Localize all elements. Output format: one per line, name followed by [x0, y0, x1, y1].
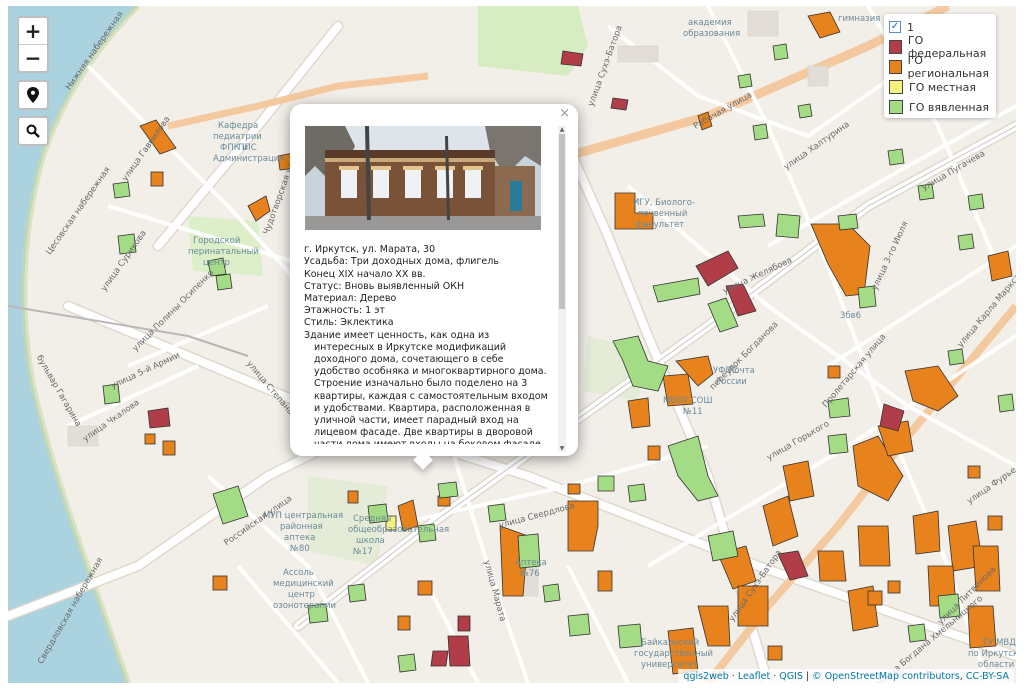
checkbox-checked-icon[interactable]: ✓ — [889, 21, 901, 33]
zoom-in-button[interactable]: + — [19, 18, 47, 45]
map-label: почвенный — [638, 209, 688, 219]
search-icon — [26, 124, 40, 138]
map-label: ППС — [238, 143, 257, 153]
map-label: Средняя — [353, 514, 392, 524]
license-link[interactable]: CC-BY-SA — [966, 671, 1009, 682]
legend-label: ГО местная — [909, 80, 976, 94]
feature-popup: × г. Иркутск, ул. Марата, 30 Усадьба: Тр… — [290, 104, 578, 470]
map-label: 3бв6 — [840, 311, 862, 321]
map-label: перинатальный — [188, 247, 259, 257]
map-label: медицинский — [273, 579, 334, 589]
zoom-control: + − — [17, 16, 49, 73]
legend-swatch — [889, 100, 903, 114]
map-label: ИГУ, Биолого- — [633, 198, 696, 208]
legend-swatch — [889, 80, 903, 94]
popup-style: Стиль: Эклектика — [304, 317, 394, 329]
osm-link[interactable]: © OpenStreetMap contributors — [812, 671, 960, 682]
map-label: государственный — [634, 649, 714, 659]
legend-layer-toggle[interactable]: ✓ 1 — [889, 19, 914, 35]
scroll-down-icon[interactable]: ▼ — [558, 445, 566, 452]
building-photo — [305, 126, 541, 230]
legend-swatch — [889, 60, 902, 74]
scrollbar-thumb[interactable] — [559, 134, 565, 309]
zoom-out-button[interactable]: − — [19, 45, 47, 71]
search-button[interactable] — [17, 116, 49, 146]
popup-scrollbar[interactable]: ▲ ▼ — [558, 126, 566, 452]
popup-description: Здание имеет ценность, как одна из интер… — [304, 329, 548, 444]
legend-label: 1 — [907, 20, 914, 34]
legend-label: ГО региональная — [907, 54, 989, 80]
map-label: Аптека — [515, 558, 547, 568]
qgis2web-link[interactable]: qgis2web — [683, 671, 728, 682]
map-label: №11 — [683, 407, 703, 417]
map-label: Ассоль — [283, 568, 314, 578]
map-label: Городской — [193, 236, 241, 246]
map-label: центр — [288, 590, 315, 600]
popup-floors: Этажность: 1 эт — [304, 305, 385, 317]
map-label: центр — [203, 258, 230, 268]
popup-estate: Усадьба: Три доходных дома, флигель — [304, 256, 499, 268]
location-pin-icon — [27, 87, 39, 103]
map-label: аптека — [284, 533, 316, 543]
legend-item-local: ГО местная — [889, 79, 976, 95]
map-label: по Иркутской — [968, 649, 1016, 659]
popup-period: Конец XIX начало XX вв. — [304, 268, 426, 280]
map-label: общеобразовательная — [348, 525, 450, 535]
map-label: образования — [683, 29, 741, 39]
popup-address: г. Иркутск, ул. Марата, 30 — [304, 244, 436, 256]
map-label: педиатрии — [213, 132, 262, 142]
legend-item-identified: ГО вявленная — [889, 99, 989, 115]
map-label: факультет — [636, 220, 685, 230]
map-label: №76 — [520, 569, 540, 579]
map-attribution: qgis2web · Leaflet · QGIS | © OpenStreet… — [678, 669, 1014, 685]
popup-content[interactable]: г. Иркутск, ул. Марата, 30 Усадьба: Три … — [304, 126, 550, 444]
map-label: озонотерапии — [273, 601, 337, 611]
legend-label: ГО вявленная — [909, 100, 989, 114]
popup-status: Статус: Вновь выявленный ОКН — [304, 280, 465, 292]
map-label: гимназия — [838, 14, 881, 24]
qgis-link[interactable]: QGIS — [779, 671, 803, 682]
map-label: школа — [356, 536, 385, 546]
map-label: №80 — [290, 544, 310, 554]
layer-legend: ✓ 1 ГО федеральная ГО региональная ГО ме… — [884, 14, 996, 118]
legend-item-regional: ГО региональная — [889, 54, 996, 80]
map-label: Администрация — [213, 154, 285, 164]
map-label: МБОУ СОШ — [663, 396, 713, 406]
map-label: Байкальский — [641, 638, 700, 648]
legend-swatch — [889, 40, 902, 54]
map-label: академия — [688, 18, 732, 28]
locate-button[interactable] — [17, 80, 49, 110]
scroll-up-icon[interactable]: ▲ — [558, 126, 566, 133]
map-label: №17 — [353, 547, 373, 557]
map-label: Кафедра — [218, 121, 259, 131]
leaflet-link[interactable]: Leaflet — [738, 671, 770, 682]
popup-close-button[interactable]: × — [559, 106, 570, 121]
map-label: районная — [280, 522, 323, 532]
map-label: ГУ МВД — [983, 638, 1016, 648]
legend-item-federal: ГО федеральная — [889, 34, 996, 60]
popup-material: Материал: Дерево — [304, 293, 397, 305]
